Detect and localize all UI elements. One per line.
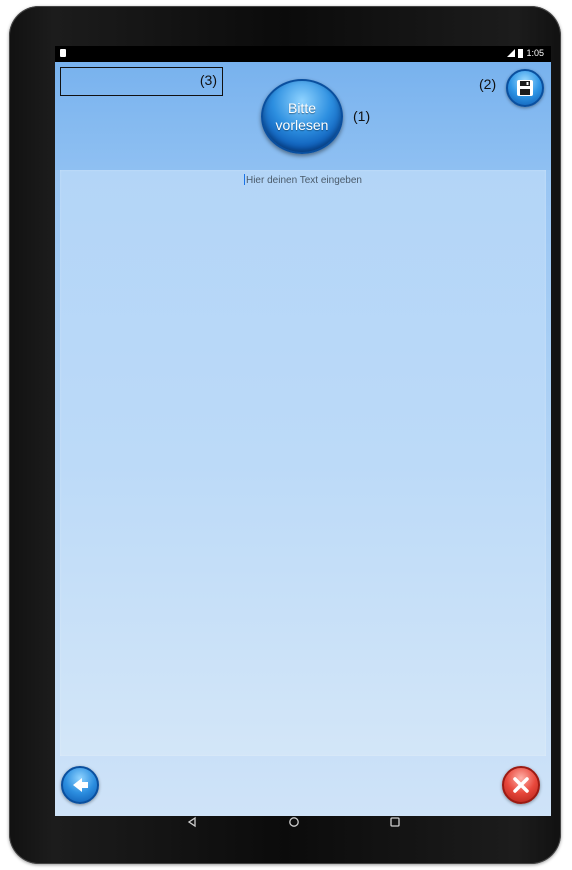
status-time: 1:05 (526, 48, 544, 58)
text-caret (243, 174, 245, 185)
save-annotation: (2) (479, 76, 497, 92)
tablet-frame: 1:05 (3) Bitte vorlesen (1) (2) Hier dei… (9, 6, 561, 864)
notification-icon (60, 49, 66, 57)
circle-home-icon[interactable] (288, 816, 300, 832)
editor-placeholder-text: Hier deinen Text eingeben (245, 175, 362, 186)
footer (55, 756, 551, 816)
text-editor[interactable]: Hier deinen Text eingeben (60, 170, 546, 756)
back-button[interactable] (61, 766, 99, 804)
close-x-icon (513, 777, 529, 793)
battery-icon (518, 48, 524, 58)
read-aloud-button[interactable]: Bitte vorlesen (261, 79, 343, 154)
read-aloud-line1: Bitte (287, 99, 316, 116)
android-nav-bar (0, 816, 572, 836)
floppy-disk-icon (517, 80, 533, 96)
title-field-label: (3) (199, 72, 217, 88)
app-content: (3) Bitte vorlesen (1) (2) Hier deinen T… (55, 62, 551, 816)
signal-icon (507, 49, 516, 57)
read-aloud-line2: vorlesen (275, 116, 329, 133)
arrow-left-icon (73, 778, 88, 792)
triangle-back-icon[interactable] (186, 816, 198, 832)
save-button[interactable] (506, 69, 544, 107)
square-recent-icon[interactable] (389, 816, 401, 832)
header: (3) Bitte vorlesen (1) (2) (55, 62, 551, 170)
device-screen: 1:05 (3) Bitte vorlesen (1) (2) Hier dei… (55, 46, 551, 816)
status-icons: 1:05 (507, 48, 544, 58)
title-field[interactable]: (3) (60, 67, 223, 96)
close-button[interactable] (502, 766, 540, 804)
read-aloud-annotation: (1) (353, 108, 371, 124)
editor-placeholder: Hier deinen Text eingeben (60, 174, 546, 186)
status-bar: 1:05 (55, 46, 551, 62)
